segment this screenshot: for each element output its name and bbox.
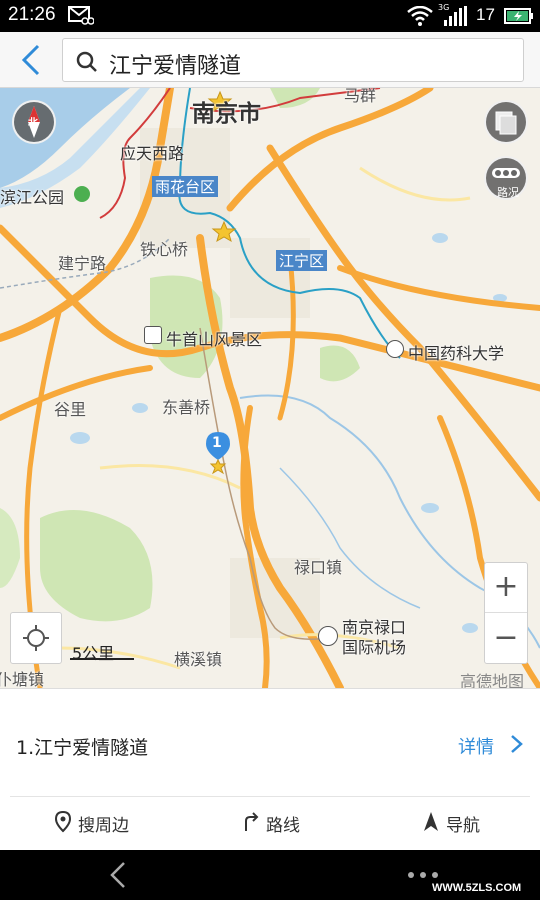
map-label-road: 应天西路 (120, 144, 185, 163)
mail-voicemail-icon (68, 6, 94, 25)
university-icon (386, 340, 404, 358)
status-bar: 21:26 3G 17 (0, 0, 540, 32)
search-icon (76, 51, 97, 72)
compass-label: 北 (28, 118, 38, 129)
compass-button[interactable]: 北 (12, 100, 56, 144)
scale-bar (70, 658, 134, 660)
airport-icon (318, 626, 338, 646)
system-back-icon[interactable] (106, 860, 132, 890)
map-base (0, 88, 540, 688)
map-label-jiangning: 江宁区 (276, 250, 328, 271)
crosshair-icon (23, 625, 49, 651)
scale-label: 5公里 (72, 644, 115, 663)
map-label-city: 南京市 (192, 101, 261, 127)
panel-divider (10, 796, 530, 797)
wifi-icon (407, 6, 433, 26)
map-provider: 高德地图 (460, 672, 525, 688)
map-label-niushou: 牛首山风景区 (166, 330, 263, 349)
details-link[interactable]: 详情 (458, 733, 494, 759)
back-arrow-icon[interactable] (14, 42, 50, 78)
status-time: 21:26 (8, 4, 56, 25)
pin-number: 1 (212, 435, 222, 451)
traffic-label: 路况 (497, 186, 519, 199)
map-label-hengxi: 横溪镇 (174, 650, 223, 669)
navigate-label: 导航 (446, 816, 480, 836)
zoom-in-button[interactable]: + (485, 563, 527, 613)
layers-icon (495, 111, 517, 135)
signal-icon (444, 6, 467, 26)
map-label-lukou: 禄口镇 (294, 558, 343, 577)
battery-level: 17 (476, 5, 495, 24)
map-label-yuhuatai: 雨花台区 (152, 176, 219, 197)
map-label-tiexin: 铁心桥 (140, 240, 189, 259)
map-label-maqun: 马群 (344, 88, 377, 105)
chevron-right-icon[interactable] (508, 733, 526, 755)
layers-button[interactable] (484, 100, 528, 144)
battery-icon (504, 8, 533, 24)
map-label-binjiang-park: 滨江公园 (0, 188, 65, 207)
result-title[interactable]: 1.江宁爱情隧道 (16, 733, 148, 760)
search-input[interactable]: 江宁爱情隧道 (62, 38, 524, 82)
navigation-arrow-icon (424, 812, 438, 831)
park-icon (74, 186, 90, 202)
system-nav-bar: WWW.5ZLS.COM (0, 850, 540, 900)
result-panel: 1.江宁爱情隧道 详情 搜周边 路线 导航 (0, 688, 540, 850)
route-label: 路线 (266, 816, 300, 836)
map-label-putang: 仆塘镇 (0, 670, 45, 688)
zoom-control: + − (484, 562, 528, 664)
traffic-light-icon (492, 168, 520, 178)
map-label-jianning: 建宁路 (58, 254, 107, 273)
search-query: 江宁爱情隧道 (109, 54, 242, 79)
location-marker-icon (54, 811, 72, 833)
map-label-pharma: 中国药科大学 (408, 344, 505, 363)
watermark: WWW.5ZLS.COM (432, 882, 522, 894)
menu-dots-icon[interactable] (406, 870, 440, 880)
nearby-label: 搜周边 (78, 816, 129, 836)
map-label-dongshan: 东善桥 (162, 398, 211, 417)
map-label-guli: 谷里 (54, 400, 87, 419)
map-view[interactable]: 南京市 马群 应天西路 雨花台区 滨江公园 铁心桥 建宁路 江宁区 牛首山风景区… (0, 88, 540, 688)
locate-button[interactable] (10, 612, 62, 664)
map-label-airport-2: 国际机场 (342, 638, 407, 657)
search-header: 江宁爱情隧道 (0, 32, 540, 88)
traffic-button[interactable]: 路况 (484, 156, 528, 200)
zoom-out-button[interactable]: − (485, 614, 527, 664)
route-icon (245, 812, 259, 831)
scenic-area-icon (144, 326, 162, 344)
